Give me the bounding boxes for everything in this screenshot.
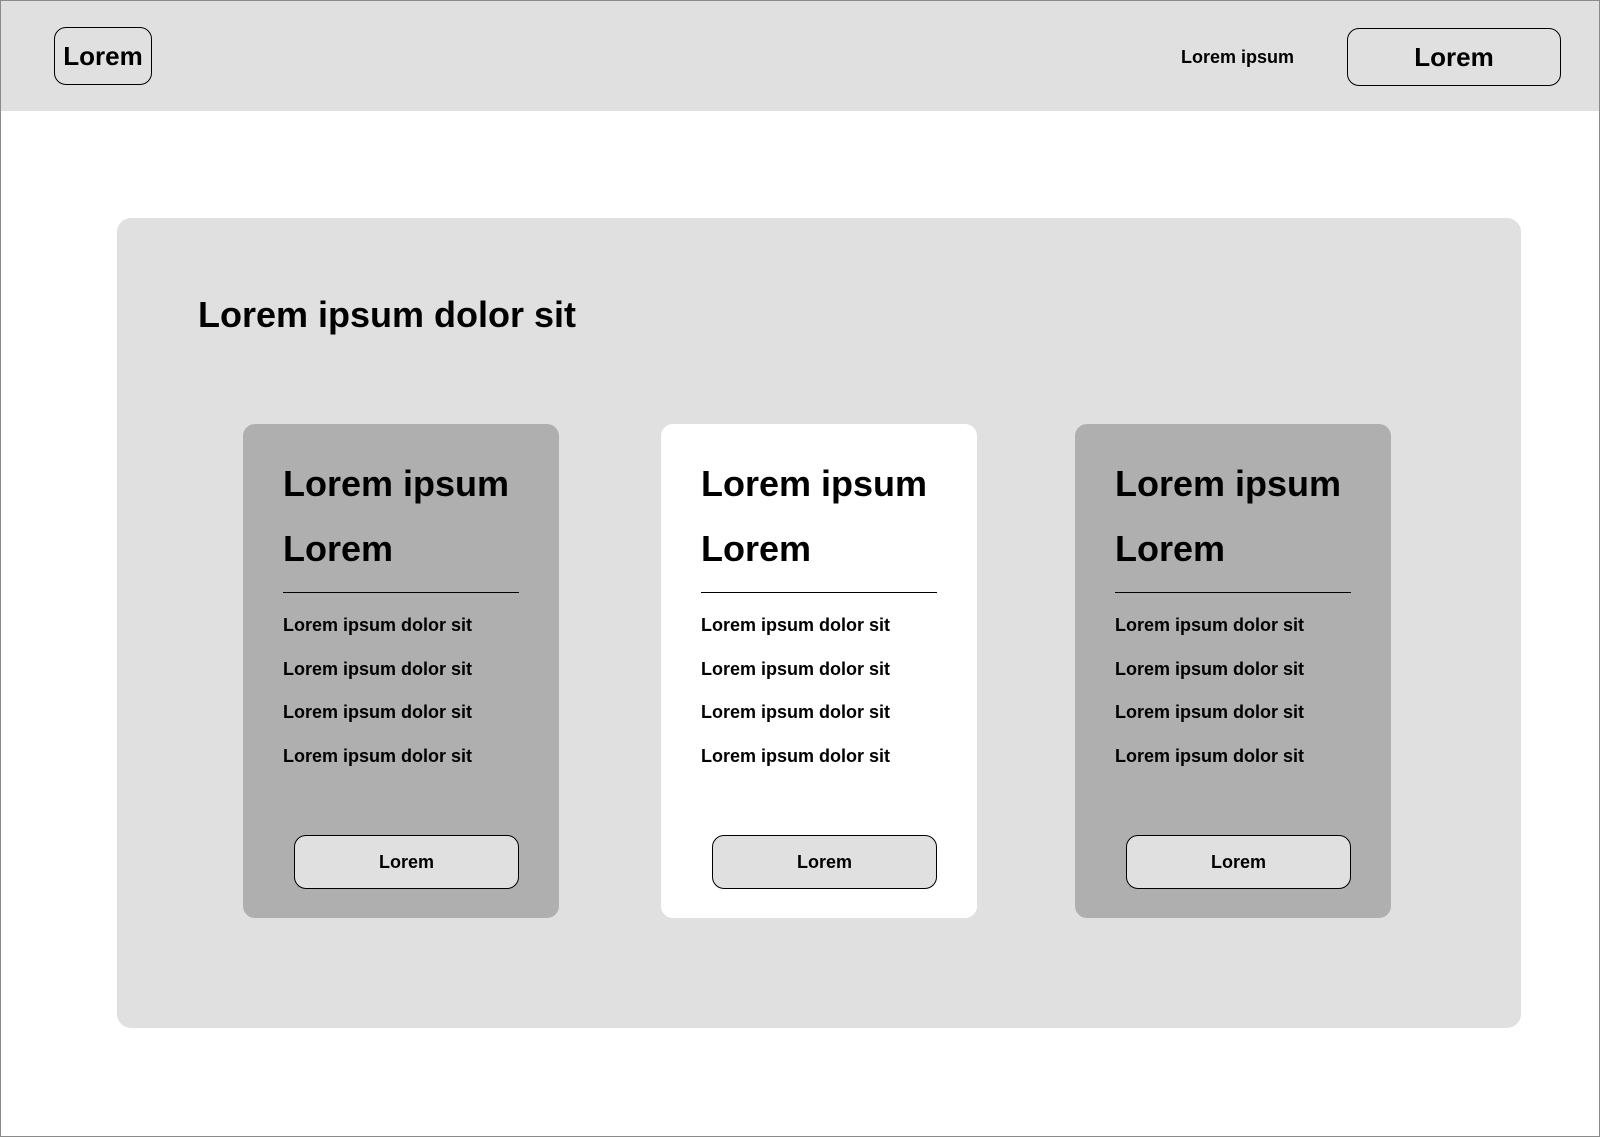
- card-divider: [283, 592, 519, 593]
- feature-item: Lorem ipsum dolor sit: [283, 658, 473, 679]
- section-title: Lorem ipsum dolor sit: [198, 294, 577, 335]
- feature-item: Lorem ipsum dolor sit: [701, 702, 891, 722]
- feature-item: Lorem ipsum dolor sit: [701, 615, 891, 635]
- card-title: Lorem ipsum: [1115, 463, 1342, 504]
- card-button[interactable]: Lorem: [1126, 835, 1351, 889]
- feature-item: Lorem ipsum dolor sit: [701, 658, 891, 679]
- nav-link[interactable]: Lorem ipsum: [1181, 43, 1321, 71]
- logo[interactable]: Lorem: [54, 27, 152, 85]
- feature-item: Lorem ipsum dolor sit: [283, 702, 473, 722]
- feature-item: Lorem ipsum dolor sit: [1115, 615, 1305, 635]
- card-title: Lorem ipsum: [701, 463, 928, 504]
- pricing-card-3: Lorem ipsum Lorem Lorem ipsum dolor sit …: [1075, 424, 1391, 918]
- feature-item: Lorem ipsum dolor sit: [283, 745, 473, 766]
- card-divider: [701, 592, 937, 593]
- card-button[interactable]: Lorem: [712, 835, 937, 889]
- feature-item: Lorem ipsum dolor sit: [1115, 658, 1305, 679]
- feature-item: Lorem ipsum dolor sit: [283, 615, 473, 635]
- pricing-card-2: Lorem ipsum Lorem Lorem ipsum dolor sit …: [661, 424, 977, 918]
- feature-list: Lorem ipsum dolor sit Lorem ipsum dolor …: [1115, 612, 1304, 786]
- card-subtitle: Lorem: [1115, 528, 1226, 569]
- feature-list: Lorem ipsum dolor sit Lorem ipsum dolor …: [283, 612, 472, 786]
- feature-list: Lorem ipsum dolor sit Lorem ipsum dolor …: [701, 612, 890, 786]
- feature-item: Lorem ipsum dolor sit: [701, 745, 891, 766]
- card-title: Lorem ipsum: [283, 463, 510, 504]
- page: Lorem Lorem ipsum Lorem Lorem ipsum dolo…: [0, 0, 1600, 1137]
- pricing-panel: Lorem ipsum dolor sit Lorem ipsum Lorem …: [117, 218, 1521, 1028]
- feature-item: Lorem ipsum dolor sit: [1115, 702, 1305, 722]
- card-button[interactable]: Lorem: [294, 835, 519, 889]
- card-subtitle: Lorem: [701, 528, 812, 569]
- pricing-card-1: Lorem ipsum Lorem Lorem ipsum dolor sit …: [243, 424, 559, 918]
- card-divider: [1115, 592, 1351, 593]
- feature-item: Lorem ipsum dolor sit: [1115, 745, 1305, 766]
- header: Lorem Lorem ipsum Lorem: [1, 1, 1599, 111]
- header-cta-button[interactable]: Lorem: [1347, 28, 1561, 86]
- card-subtitle: Lorem: [283, 528, 394, 569]
